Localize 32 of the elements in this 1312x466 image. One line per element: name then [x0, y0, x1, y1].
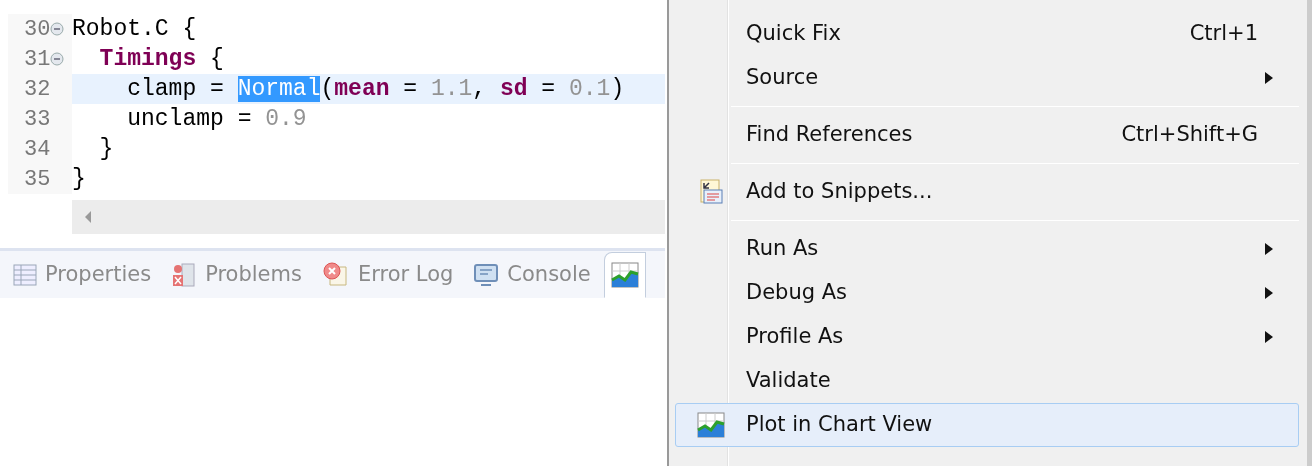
code-line: } [72, 165, 87, 194]
line-number: 31 [24, 46, 51, 72]
menu-item[interactable]: Find References Ctrl+Shift+G [675, 113, 1299, 157]
line-number: 34 [24, 136, 51, 162]
problems-icon [171, 261, 198, 288]
menu-item[interactable]: Add to Snippets... [675, 170, 1299, 214]
code-line: } [98, 135, 115, 164]
line-number: 30 [24, 16, 51, 42]
snippets-icon [698, 178, 724, 206]
table-icon [13, 263, 37, 286]
menu-item[interactable]: Validate [675, 359, 1299, 403]
line-number: 32 [24, 76, 51, 102]
line-number: 35 [24, 166, 51, 192]
view-tab[interactable] [603, 251, 646, 298]
menu-item[interactable]: Run As [675, 227, 1299, 271]
menu-item[interactable]: Plot in Chart View [675, 403, 1299, 447]
code-line: unclamp = 0.9 [126, 105, 308, 134]
menu-item[interactable]: Profile As [675, 315, 1299, 359]
menu-item[interactable]: Debug As [675, 271, 1299, 315]
error-log-icon [321, 260, 350, 289]
fold-toggle-icon[interactable] [50, 52, 65, 66]
menu-item[interactable]: Source [675, 56, 1299, 100]
line-number: 33 [24, 106, 51, 132]
code-line: Timings { [98, 45, 225, 74]
chart-icon [697, 412, 725, 438]
menu-item[interactable]: Quick Fix Ctrl+1 [675, 12, 1299, 56]
fold-toggle-icon[interactable] [50, 22, 65, 36]
code-line: Robot.C { [72, 15, 198, 44]
console-icon [473, 262, 500, 287]
chart-icon [610, 261, 639, 288]
horizontal-scrollbar[interactable] [72, 200, 665, 234]
scroll-left-icon[interactable] [84, 211, 92, 223]
